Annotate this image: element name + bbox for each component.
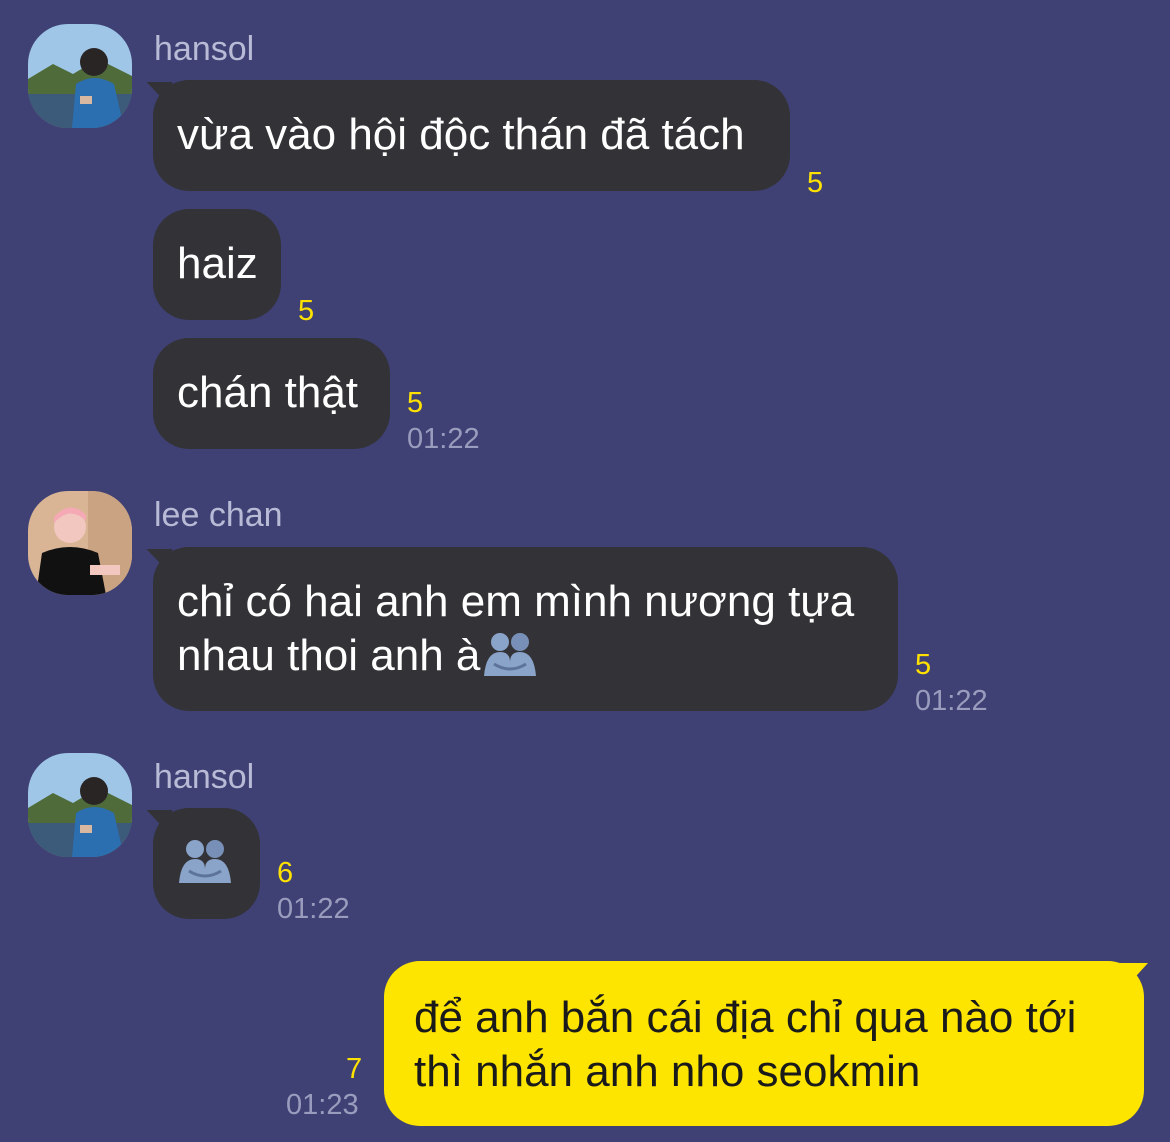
sender-name: hansol	[154, 30, 255, 68]
message-text: nhau thoi anh à	[177, 631, 481, 680]
message-bubble[interactable]: chán thật	[153, 338, 390, 449]
sender-name: hansol	[154, 758, 255, 796]
people-hugging-icon	[480, 631, 540, 680]
message-text-line: thì nhắn anh nho seokmin	[414, 1047, 921, 1096]
message-time: 01:23	[286, 1089, 359, 1121]
message-bubble[interactable]: vừa vào hội độc thán đã tách	[153, 80, 790, 191]
unread-count: 5	[407, 387, 424, 419]
unread-count: 5	[298, 295, 315, 327]
message-text-line: để anh bắn cái địa chỉ qua nào tới	[414, 993, 1077, 1042]
unread-count: 7	[346, 1053, 363, 1085]
unread-count: 5	[807, 167, 824, 199]
message-time: 01:22	[277, 893, 350, 925]
unread-count: 6	[277, 857, 294, 889]
message-time: 01:22	[407, 423, 480, 455]
message-text: chán thật	[177, 368, 359, 417]
avatar-hansol[interactable]	[28, 24, 132, 128]
avatar-hansol[interactable]	[28, 753, 132, 857]
message-text: haiz	[177, 239, 258, 288]
message-text: vừa vào hội độc thán đã tách	[177, 110, 745, 159]
my-message-bubble[interactable]: để anh bắn cái địa chỉ qua nào tới thì n…	[384, 961, 1144, 1126]
message-bubble[interactable]: chỉ có hai anh em mình nương tựa nhau th…	[153, 547, 898, 711]
message-bubble[interactable]	[153, 808, 260, 919]
sender-name: lee chan	[154, 496, 283, 534]
message-text-line: chỉ có hai anh em mình nương tựa	[177, 577, 855, 626]
avatar-lee-chan-photo	[28, 491, 132, 595]
avatar-hansol-photo	[28, 24, 132, 128]
message-text-line-2: nhau thoi anh à	[177, 629, 874, 683]
avatar-lee-chan[interactable]	[28, 491, 132, 595]
unread-count: 5	[915, 649, 932, 681]
avatar-hansol-photo	[28, 753, 132, 857]
message-bubble[interactable]: haiz	[153, 209, 281, 320]
message-time: 01:22	[915, 685, 988, 717]
people-hugging-icon	[175, 838, 235, 887]
